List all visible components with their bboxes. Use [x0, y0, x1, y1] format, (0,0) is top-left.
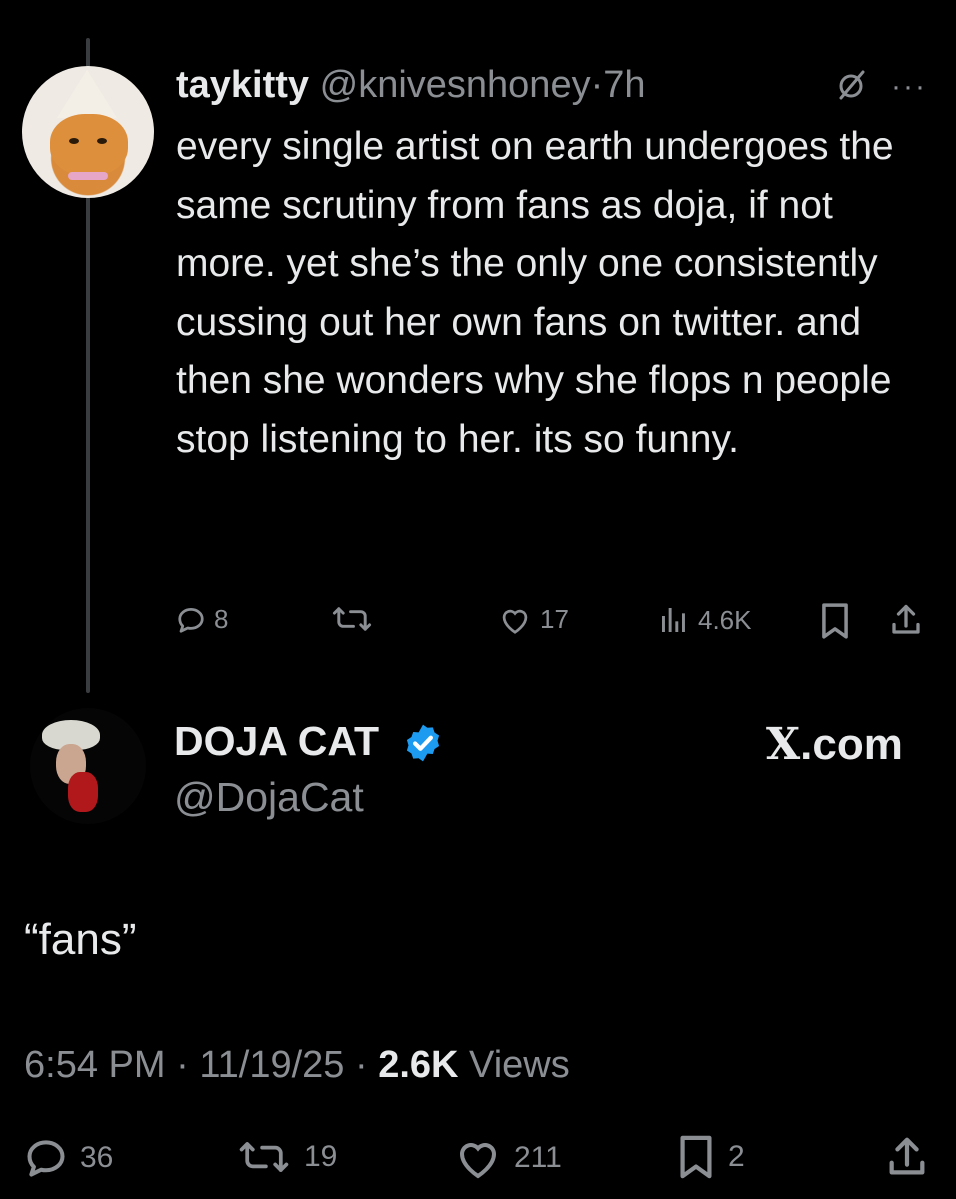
repost-icon — [239, 1142, 289, 1172]
parent-display-name[interactable]: taykitty — [176, 64, 309, 106]
avatar-dojacat[interactable] — [30, 708, 146, 824]
share-icon — [889, 1137, 925, 1175]
grok-icon[interactable] — [834, 68, 868, 102]
share-button[interactable] — [888, 602, 924, 638]
main-repost-count: 19 — [304, 1140, 338, 1173]
main-reply-button[interactable]: 36 — [24, 1136, 113, 1180]
repost-icon — [332, 607, 372, 631]
tweet-time[interactable]: 6:54 PM — [24, 1044, 166, 1086]
main-reply-count: 36 — [80, 1141, 114, 1174]
parent-tweet-text: every single artist on earth undergoes t… — [176, 125, 894, 461]
parent-tweet-header: taykitty @knivesnhoney·7h — [176, 62, 646, 108]
main-display-name[interactable]: DOJA CAT — [174, 716, 379, 766]
main-share-button[interactable] — [884, 1134, 930, 1180]
main-handle[interactable]: @DojaCat — [174, 772, 364, 822]
main-tweet-text: “fans” — [24, 915, 137, 964]
avatar-taykitty[interactable] — [22, 66, 154, 198]
parent-handle[interactable]: @knivesnhoney — [320, 64, 591, 106]
more-icon[interactable]: ··· — [891, 72, 927, 102]
like-count: 17 — [540, 604, 569, 634]
header-separator: · — [590, 64, 604, 106]
like-button[interactable]: 17 — [498, 604, 569, 635]
reply-button[interactable]: 8 — [176, 604, 228, 635]
reply-icon — [178, 607, 204, 633]
bookmark-icon — [822, 603, 848, 639]
views-label: Views — [469, 1044, 570, 1086]
main-repost-button[interactable]: 19 — [236, 1138, 337, 1176]
main-like-count: 211 — [514, 1141, 562, 1174]
verified-badge-icon — [406, 724, 440, 762]
views-button[interactable]: 4.6K — [658, 604, 752, 636]
bookmark-button[interactable] — [818, 602, 852, 640]
watermark-x: X — [766, 719, 801, 770]
meta-separator: · — [354, 1044, 368, 1086]
main-bookmark-count: 2 — [728, 1140, 745, 1173]
avatar-rose-shape — [68, 772, 98, 812]
main-bookmark-button[interactable]: 2 — [676, 1134, 745, 1180]
xcom-watermark: X.com — [766, 720, 903, 770]
tweet-date[interactable]: 11/19/25 — [199, 1044, 344, 1086]
watermark-domain: .com — [800, 720, 903, 769]
cat-eye-right — [97, 138, 107, 144]
reply-count: 8 — [214, 604, 229, 634]
like-icon — [459, 1143, 497, 1179]
views-count-bold: 2.6K — [378, 1044, 459, 1086]
reply-icon — [27, 1140, 65, 1177]
main-like-button[interactable]: 211 — [454, 1136, 562, 1180]
party-hat-shape — [57, 70, 117, 118]
cat-eye-left — [69, 138, 79, 144]
views-icon — [662, 608, 685, 632]
views-count: 4.6K — [698, 604, 752, 635]
bookmark-icon — [680, 1135, 712, 1179]
parent-timestamp[interactable]: 7h — [603, 64, 645, 106]
repost-button[interactable] — [330, 604, 374, 634]
cat-face-shape — [50, 114, 128, 176]
tweet-metadata: 6:54 PM · 11/19/25 · 2.6K Views — [24, 1040, 570, 1090]
like-icon — [502, 609, 528, 634]
share-icon — [892, 604, 920, 634]
meta-separator: · — [176, 1044, 189, 1086]
cat-collar — [68, 172, 108, 180]
